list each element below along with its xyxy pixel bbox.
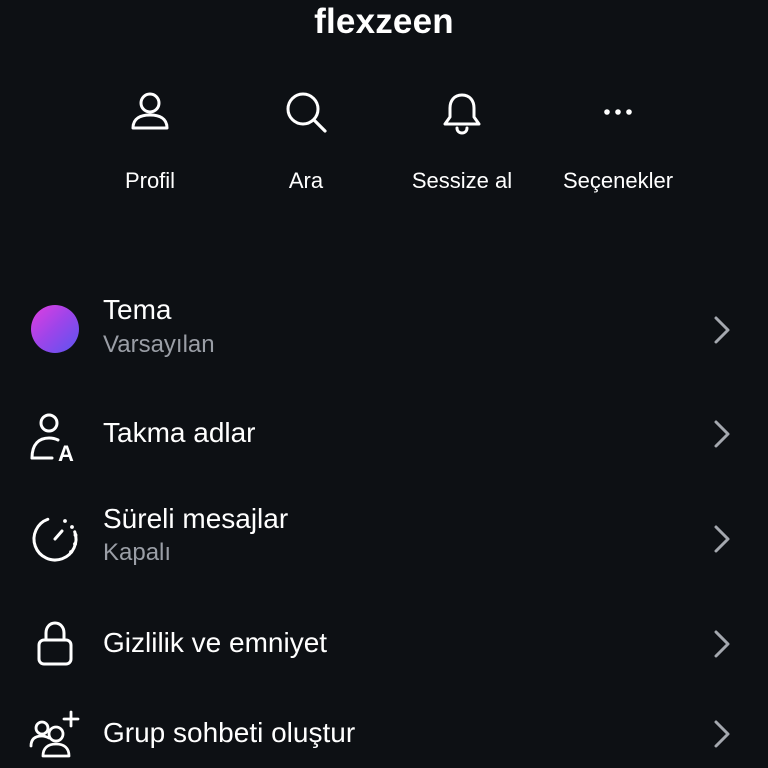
- options-label: Seçenekler: [562, 168, 674, 193]
- search-icon: [286, 92, 327, 133]
- disappearing-title: Süreli mesajlar: [103, 503, 289, 534]
- quick-actions: Profil Ara Sessize al Seçenekler: [72, 86, 696, 206]
- person-icon: [131, 92, 169, 130]
- settings-row-nicknames[interactable]: A Takma adlar: [0, 405, 768, 465]
- settings-row-theme[interactable]: Tema Varsayılan: [0, 290, 768, 370]
- lock-icon: [37, 621, 73, 666]
- chat-settings-screen: flexzeen Profil Ara Sessize al Seçenekle…: [0, 0, 768, 768]
- nicknames-title: Takma adlar: [103, 417, 256, 448]
- profile-label: Profil: [124, 168, 176, 193]
- add-group-icon: [29, 710, 80, 758]
- create-group-title: Grup sohbeti oluştur: [103, 717, 356, 748]
- settings-row-privacy[interactable]: Gizlilik ve emniyet: [0, 614, 768, 674]
- theme-title: Tema: [103, 294, 172, 325]
- search-label: Ara: [288, 168, 324, 193]
- search-button[interactable]: Ara: [228, 86, 384, 206]
- person-nickname-icon: A: [30, 413, 74, 462]
- theme-value: Varsayılan: [103, 331, 215, 358]
- options-button[interactable]: Seçenekler: [540, 86, 696, 206]
- chevron-right-icon: [714, 420, 730, 448]
- chevron-right-icon: [714, 316, 730, 344]
- mute-button[interactable]: Sessize al: [384, 86, 540, 206]
- svg-text:A: A: [58, 441, 74, 462]
- disappearing-value: Kapalı: [103, 539, 172, 566]
- more-dots-icon: [604, 109, 632, 115]
- profile-button[interactable]: Profil: [72, 86, 228, 206]
- timer-icon: [32, 517, 78, 562]
- bell-icon: [443, 93, 481, 135]
- settings-row-disappearing-messages[interactable]: Süreli mesajlar Kapalı: [0, 500, 768, 580]
- theme-color-dot: [31, 305, 79, 353]
- privacy-title: Gizlilik ve emniyet: [103, 627, 328, 658]
- chevron-right-icon: [714, 630, 730, 658]
- chevron-right-icon: [714, 720, 730, 748]
- settings-row-create-group[interactable]: Grup sohbeti oluştur: [0, 704, 768, 764]
- chevron-right-icon: [714, 525, 730, 553]
- mute-label: Sessize al: [411, 168, 513, 193]
- chat-title: flexzeen: [314, 2, 454, 41]
